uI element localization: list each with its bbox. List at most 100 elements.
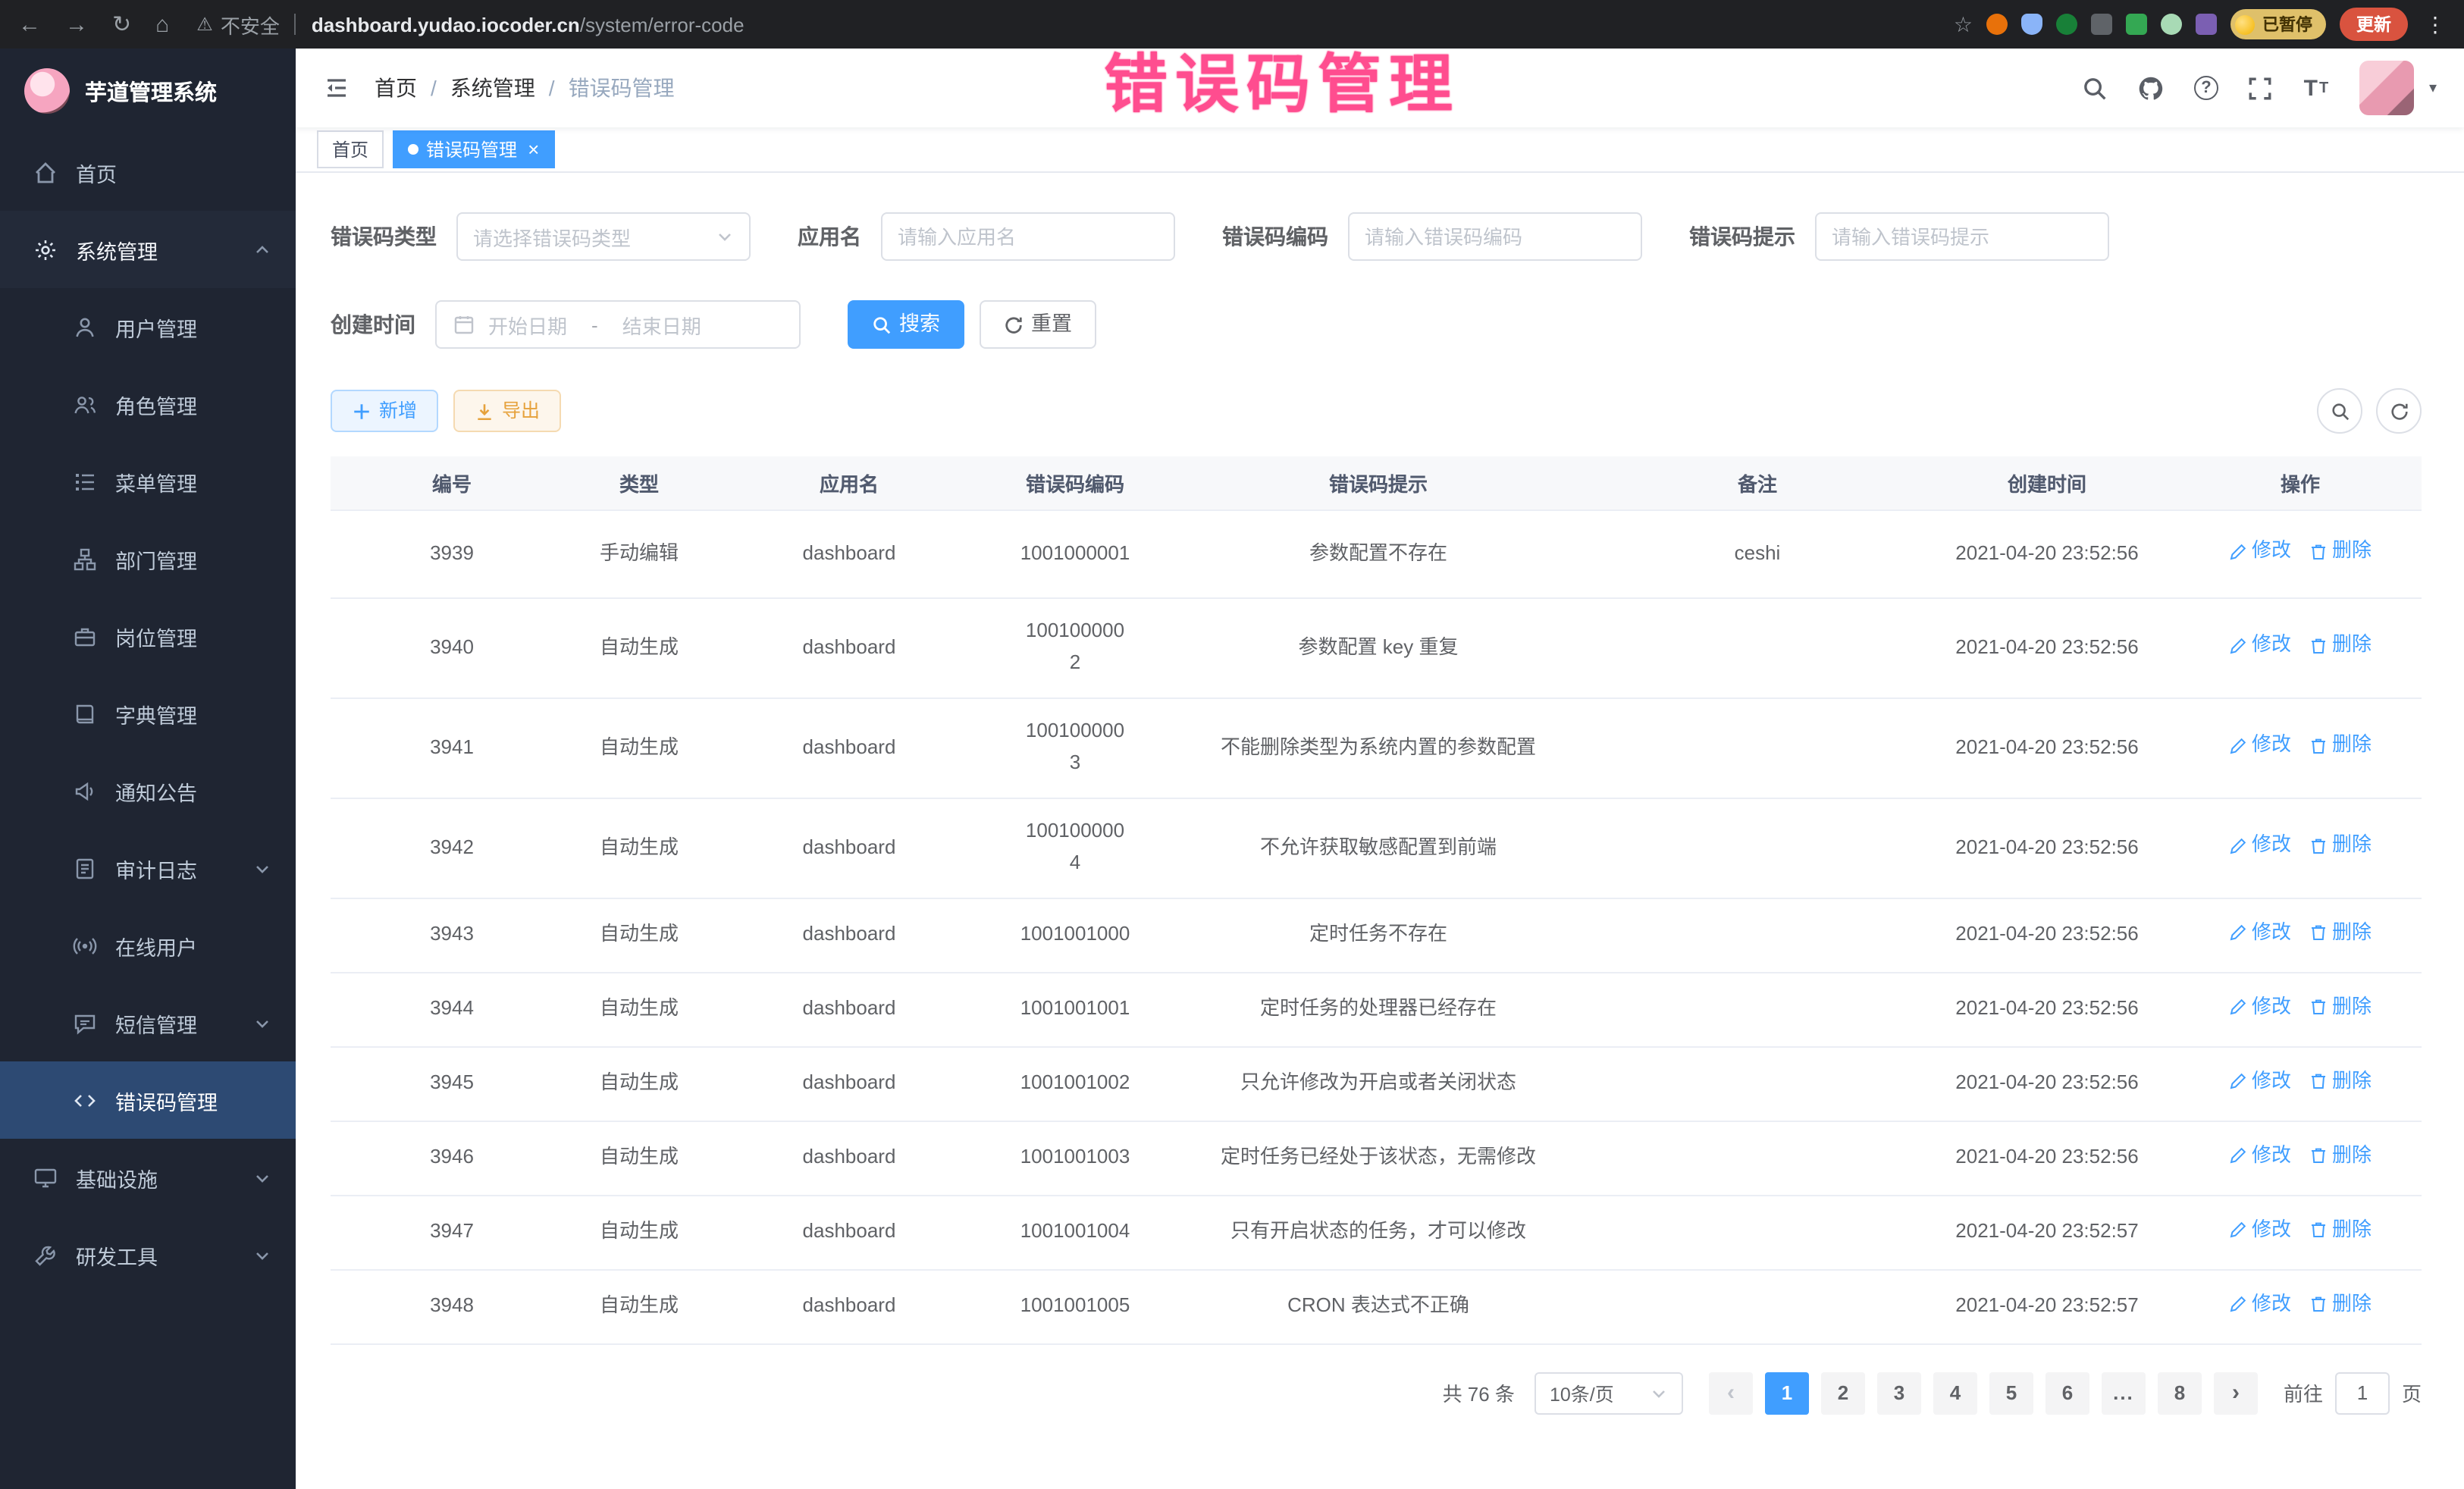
delete-link[interactable]: 删除	[2309, 992, 2372, 1023]
page-button-2[interactable]: 2	[1821, 1371, 1865, 1414]
sidebar-item-post-management[interactable]: 岗位管理	[0, 597, 296, 675]
column-header: 错误码编码	[993, 456, 1157, 509]
edit-link[interactable]: 修改	[2229, 536, 2291, 568]
sidebar-item-department-management[interactable]: 部门管理	[0, 520, 296, 597]
date-range-picker[interactable]: 开始日期 - 结束日期	[435, 300, 801, 349]
sidebar-item-notice[interactable]: 通知公告	[0, 752, 296, 829]
reload-icon[interactable]: ↻	[112, 13, 131, 36]
main-area: 首页 / 系统管理 / 错误码管理 ? TT ▾ 首页	[296, 49, 2464, 1489]
sidebar-item-menu-management[interactable]: 菜单管理	[0, 443, 296, 520]
delete-link[interactable]: 删除	[2309, 830, 2372, 862]
forward-icon[interactable]: →	[65, 13, 88, 36]
page-size-select[interactable]: 10条/页	[1535, 1371, 1683, 1414]
page-button-3[interactable]: 3	[1877, 1371, 1921, 1414]
browser-home-icon[interactable]: ⌂	[155, 13, 169, 36]
browser-menu-icon[interactable]: ⋮	[2425, 11, 2446, 37]
edit-link[interactable]: 修改	[2229, 630, 2291, 662]
user-avatar[interactable]	[2359, 61, 2414, 115]
tag-home[interactable]: 首页	[317, 130, 384, 168]
sidebar-item-home[interactable]: 首页	[0, 133, 296, 211]
prev-page-button[interactable]: ‹	[1709, 1371, 1753, 1414]
menu-fold-icon[interactable]	[323, 74, 350, 102]
edit-link[interactable]: 修改	[2229, 830, 2291, 862]
page-button-4[interactable]: 4	[1933, 1371, 1977, 1414]
delete-link[interactable]: 删除	[2309, 1215, 2372, 1246]
cell-type: 自动生成	[573, 798, 705, 898]
edit-link[interactable]: 修改	[2229, 992, 2291, 1023]
breadcrumb-home[interactable]: 首页	[375, 73, 417, 103]
sidebar-item-role-management[interactable]: 角色管理	[0, 365, 296, 443]
page-button-5[interactable]: 5	[1989, 1371, 2033, 1414]
chevron-down-icon	[253, 1168, 271, 1186]
update-button[interactable]: 更新	[2340, 8, 2408, 41]
back-icon[interactable]: ←	[18, 13, 41, 36]
fullscreen-icon[interactable]	[2247, 74, 2274, 102]
delete-link[interactable]: 删除	[2309, 1140, 2372, 1172]
app-logo[interactable]: 芋道管理系统	[0, 49, 296, 133]
edit-link[interactable]: 修改	[2229, 917, 2291, 949]
export-button[interactable]: 导出	[453, 390, 561, 432]
extension-icon[interactable]	[2056, 14, 2077, 35]
sidebar-item-system-management[interactable]: 系统管理	[0, 211, 296, 288]
extension-icon[interactable]	[2021, 14, 2042, 35]
sidebar-item-audit-log[interactable]: 审计日志	[0, 829, 296, 907]
extension-icon[interactable]	[2126, 14, 2147, 35]
page-button-1[interactable]: 1	[1765, 1371, 1809, 1414]
page-button-8[interactable]: 8	[2158, 1371, 2202, 1414]
sidebar-item-dict-management[interactable]: 字典管理	[0, 675, 296, 752]
extension-icon[interactable]	[2161, 14, 2182, 35]
toggle-search-button[interactable]	[2317, 388, 2362, 434]
search-button[interactable]: 搜索	[848, 300, 964, 349]
next-page-button[interactable]: ›	[2214, 1371, 2258, 1414]
delete-link[interactable]: 删除	[2309, 730, 2372, 762]
sidebar-item-error-code-management[interactable]: 错误码管理	[0, 1061, 296, 1139]
add-button[interactable]: 新增	[331, 390, 438, 432]
error-code-input[interactable]	[1348, 212, 1642, 261]
delete-link[interactable]: 删除	[2309, 536, 2372, 568]
edit-link[interactable]: 修改	[2229, 1066, 2291, 1098]
delete-link[interactable]: 删除	[2309, 630, 2372, 662]
breadcrumb-separator: /	[549, 76, 555, 100]
address-bar[interactable]: ⚠ 不安全 dashboard.yudao.iocoder.cn/system/…	[196, 10, 744, 39]
chevron-down-icon	[253, 1014, 271, 1032]
extension-icon[interactable]	[2091, 14, 2112, 35]
chevron-down-icon	[253, 859, 271, 877]
delete-link[interactable]: 删除	[2309, 917, 2372, 949]
extension-icon[interactable]	[1986, 14, 2008, 35]
goto-page-input[interactable]	[2335, 1371, 2390, 1414]
sidebar-item-dev-tools[interactable]: 研发工具	[0, 1216, 296, 1293]
error-type-select[interactable]: 请选择错误码类型	[456, 212, 751, 261]
font-size-icon[interactable]: TT	[2303, 74, 2331, 102]
edit-link[interactable]: 修改	[2229, 1215, 2291, 1246]
profile-paused-button[interactable]: 已暂停	[2230, 9, 2326, 39]
edit-link[interactable]: 修改	[2229, 730, 2291, 762]
help-icon[interactable]: ?	[2194, 76, 2218, 100]
sidebar-item-sms-management[interactable]: 短信管理	[0, 984, 296, 1061]
delete-link[interactable]: 删除	[2309, 1289, 2372, 1321]
edit-link[interactable]: 修改	[2229, 1140, 2291, 1172]
breadcrumb-system[interactable]: 系统管理	[450, 73, 535, 103]
security-label[interactable]: 不安全	[221, 10, 280, 39]
reset-button[interactable]: 重置	[980, 300, 1096, 349]
tag-error-code[interactable]: 错误码管理×	[393, 130, 554, 168]
book-icon	[73, 701, 97, 726]
sidebar-item-online-user[interactable]: 在线用户	[0, 907, 296, 984]
sidebar-item-label: 短信管理	[115, 1008, 197, 1038]
page-button-6[interactable]: 6	[2045, 1371, 2089, 1414]
close-icon[interactable]: ×	[528, 139, 539, 159]
github-icon[interactable]	[2138, 74, 2165, 102]
search-icon[interactable]	[2082, 74, 2109, 102]
page-ellipsis[interactable]: ...	[2102, 1371, 2146, 1414]
app-name-input[interactable]	[881, 212, 1175, 261]
cell-actions: 修改删除	[2179, 697, 2422, 798]
extension-icon[interactable]	[2196, 14, 2217, 35]
bookmark-icon[interactable]: ☆	[1954, 11, 1973, 37]
delete-link[interactable]: 删除	[2309, 1066, 2372, 1098]
error-hint-input[interactable]	[1815, 212, 2109, 261]
edit-link[interactable]: 修改	[2229, 1289, 2291, 1321]
sidebar-item-infrastructure[interactable]: 基础设施	[0, 1139, 296, 1216]
refresh-table-button[interactable]	[2376, 388, 2422, 434]
sidebar-item-user-management[interactable]: 用户管理	[0, 288, 296, 365]
end-date-placeholder: 结束日期	[622, 310, 701, 339]
chevron-down-icon[interactable]: ▾	[2429, 80, 2437, 96]
